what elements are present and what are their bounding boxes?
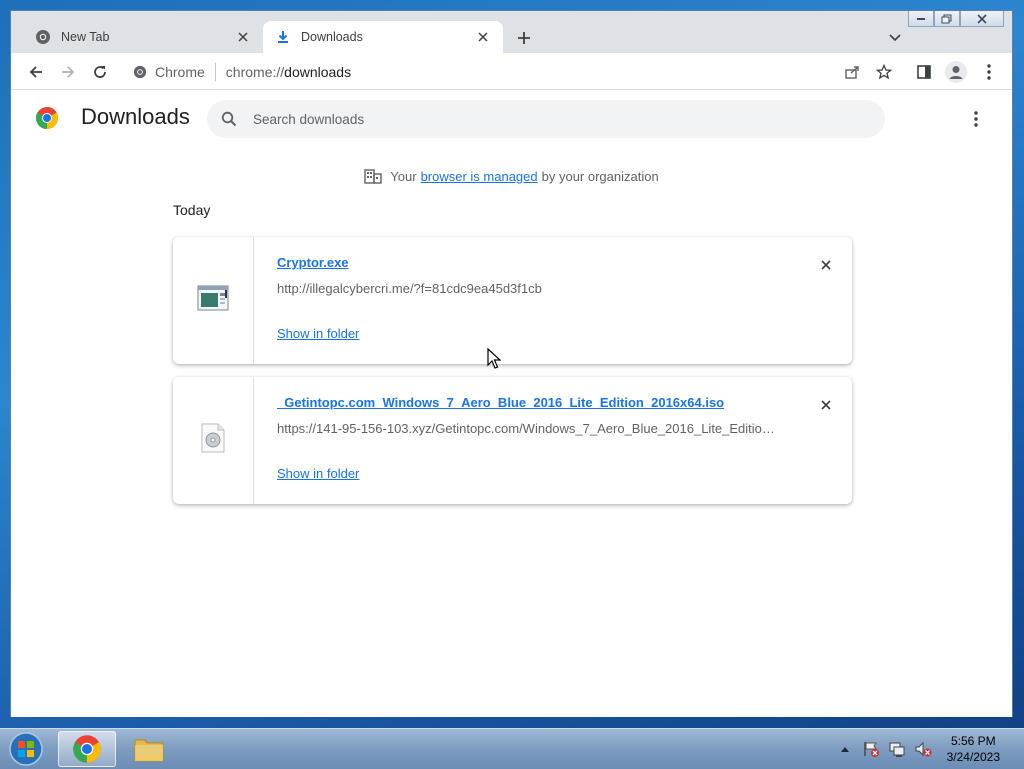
more-actions-icon[interactable] (965, 108, 987, 130)
show-in-folder-link[interactable]: Show in folder (277, 466, 359, 481)
volume-muted-icon[interactable] (913, 739, 933, 759)
exe-file-icon (197, 284, 229, 317)
managed-link[interactable]: browser is managed (421, 169, 538, 184)
search-bar[interactable] (207, 100, 885, 138)
clock-time: 5:56 PM (950, 734, 996, 748)
chrome-logo-icon (35, 106, 59, 130)
toolbar: Chrome chrome://downloads (11, 53, 1012, 90)
close-icon (821, 260, 831, 270)
chip-label: Chrome (155, 63, 205, 80)
remove-download-button[interactable] (815, 394, 837, 416)
tab-title: New Tab (61, 30, 110, 44)
chrome-icon (133, 65, 147, 78)
managed-prefix: Your (390, 168, 417, 184)
action-center-flag-icon[interactable] (861, 739, 881, 759)
reload-button[interactable] (87, 59, 113, 85)
chrome-icon (35, 29, 51, 45)
back-button[interactable] (23, 59, 49, 85)
restore-button[interactable] (934, 11, 960, 27)
downloads-page: Downloads Your browser is managed by you… (11, 90, 1012, 717)
window-controls (908, 11, 1004, 27)
tab-downloads[interactable]: Downloads (263, 21, 503, 53)
close-icon[interactable] (475, 29, 491, 45)
chrome-icon (73, 735, 101, 763)
clock-date: 3/24/2023 (946, 750, 1000, 764)
system-tray: 5:56 PM 3/24/2023 (835, 729, 1024, 769)
side-panel-icon[interactable] (911, 59, 937, 85)
file-source-url: https://141-95-156-103.xyz/Getintopc.com… (277, 421, 777, 436)
search-icon (219, 109, 239, 129)
remove-download-button[interactable] (815, 254, 837, 276)
browser-window: New Tab Downloads Chrome chrome://downlo… (10, 10, 1013, 717)
url-scheme: chrome:// (225, 63, 285, 80)
share-icon[interactable] (839, 59, 865, 85)
tab-title: Downloads (301, 30, 363, 44)
file-source-url: http://illegalcybercri.me/?f=81cdc9ea45d… (277, 281, 542, 296)
file-icon-area (173, 237, 254, 364)
page-title: Downloads (81, 104, 190, 129)
tab-new-tab[interactable]: New Tab (23, 21, 263, 53)
tab-search-button[interactable] (885, 28, 905, 48)
show-in-folder-link[interactable]: Show in folder (277, 326, 359, 341)
managed-suffix: by your organization (541, 168, 659, 184)
system-clock[interactable]: 5:56 PM 3/24/2023 (947, 733, 1000, 765)
file-icon-area (173, 377, 254, 504)
page-header: Downloads (11, 90, 1012, 146)
iso-file-icon (200, 423, 226, 458)
close-icon[interactable] (235, 29, 251, 45)
download-item: Cryptor.exe http://illegalcybercri.me/?f… (173, 237, 852, 364)
download-item: _Getintopc.com_Windows_7_Aero_Blue_2016_… (173, 377, 852, 504)
close-icon (821, 400, 831, 410)
url-path: downloads (284, 63, 352, 80)
folder-icon (134, 739, 164, 762)
date-group-label: Today (173, 202, 211, 218)
address-bar[interactable]: Chrome chrome://downloads (123, 57, 897, 86)
file-name-link[interactable]: Cryptor.exe (277, 255, 349, 270)
profile-avatar[interactable] (943, 59, 969, 85)
url-text[interactable]: chrome://downloads (226, 64, 351, 80)
omnibox-divider (214, 62, 216, 81)
network-icon[interactable] (887, 739, 907, 759)
taskbar-explorer-button[interactable] (120, 731, 178, 767)
menu-kebab-icon[interactable] (976, 59, 1002, 85)
tab-strip: New Tab Downloads (11, 11, 1012, 53)
managed-notice: Your browser is managed by your organiza… (11, 168, 1012, 184)
site-info-chip[interactable]: Chrome (123, 64, 205, 80)
search-input[interactable] (251, 110, 835, 128)
start-button[interactable] (6, 731, 46, 767)
minimize-button[interactable] (908, 11, 934, 27)
star-icon[interactable] (871, 59, 897, 85)
taskbar: 5:56 PM 3/24/2023 (0, 728, 1024, 769)
taskbar-chrome-button[interactable] (58, 731, 116, 767)
show-hidden-icons-icon[interactable] (835, 739, 855, 759)
close-window-button[interactable] (960, 11, 1004, 27)
forward-button[interactable] (55, 59, 81, 85)
file-name-link[interactable]: _Getintopc.com_Windows_7_Aero_Blue_2016_… (277, 395, 724, 410)
download-icon (275, 29, 291, 45)
new-tab-button[interactable] (513, 27, 535, 49)
building-icon (364, 168, 382, 184)
mouse-cursor-icon (487, 347, 502, 375)
